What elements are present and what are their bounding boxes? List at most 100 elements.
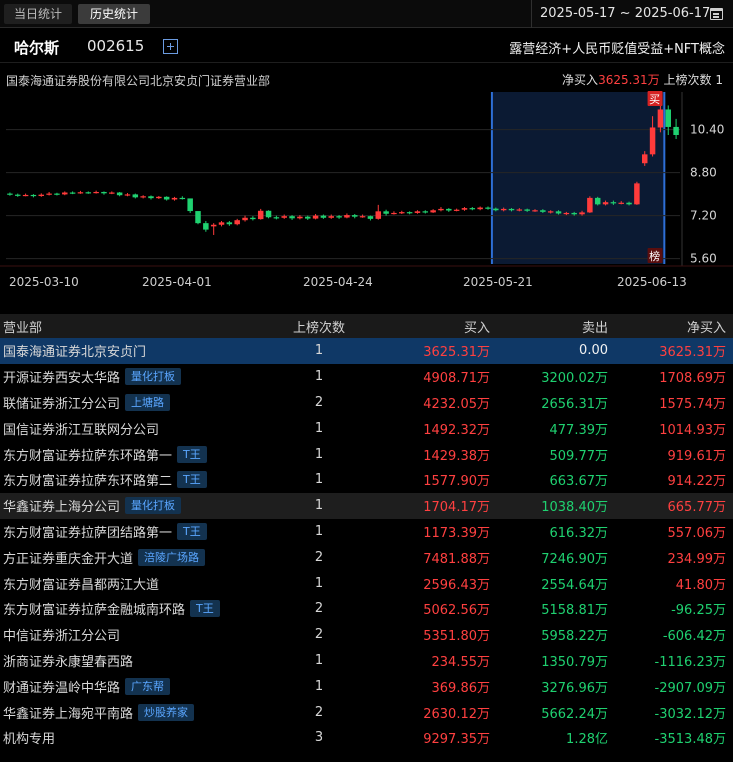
count-cell: 2 <box>314 601 324 617</box>
net-buy-cell: 1014.93万 <box>659 422 726 438</box>
count-cell: 3 <box>314 730 324 746</box>
tab-today-stats[interactable]: 当日统计 <box>4 4 72 24</box>
buy-cell: 369.86万 <box>431 680 491 696</box>
sell-cell: 5158.81万 <box>541 603 608 619</box>
broker-name: 国信证券浙江互联网分公司 <box>3 422 160 438</box>
buy-cell: 4908.71万 <box>423 371 490 387</box>
candle-body <box>281 216 287 218</box>
candle-body <box>85 192 92 194</box>
broker-tag[interactable]: 广东帮 <box>125 677 171 695</box>
candle-body <box>234 220 240 225</box>
candle-body <box>406 212 413 214</box>
net-buy-cell: 914.22万 <box>667 474 727 490</box>
candle-body <box>7 193 13 195</box>
chart-header: 国泰海通证券股份有限公司北京安贞门证券营业部 净买入3625.31万 上榜次数 … <box>0 66 733 90</box>
candle-body <box>414 211 421 213</box>
table-row[interactable]: 东方财富证券拉萨东环路第二 T王 1 1577.90万 663.67万 914.22万 <box>0 467 733 493</box>
table-row[interactable]: 华鑫证券上海宛平南路 炒股养家 2 2630.12万 5662.24万 -3032.12万 <box>0 699 733 725</box>
broker-name: 机构专用 <box>3 732 56 748</box>
candle-body <box>626 202 632 205</box>
highlight-region <box>491 92 665 264</box>
header-sell[interactable]: 卖出 <box>500 314 608 338</box>
candle-body <box>399 212 405 214</box>
candle-body <box>430 210 436 213</box>
stock-header: 哈尔斯 002615 露营经济+人民币贬值受益+NFT概念 <box>0 29 733 63</box>
header-count[interactable]: 上榜次数 <box>290 314 348 338</box>
times-label: 上榜次数 <box>663 73 712 87</box>
sell-cell: 0.00 <box>579 343 608 359</box>
table-row[interactable]: 中信证券浙江分公司 2 5351.80万 5958.22万 -606.42万 <box>0 622 733 648</box>
net-buy-cell: 1575.74万 <box>659 396 726 412</box>
table-row[interactable]: 开源证券西安太华路 量化打板 1 4908.71万 3200.02万 1708.69万 <box>0 364 733 390</box>
candle-body <box>312 215 319 219</box>
broker-table: 营业部 上榜次数 买入 卖出 净买入 国泰海通证券北京安贞门 1 3625.31万 0… <box>0 314 733 751</box>
candlestick-chart[interactable]: 10.40 8.80 7.20 5.60 买榜 2025-03-10 2025-04-01 2… <box>0 90 733 314</box>
table-row[interactable]: 机构专用 3 9297.35万 1.28亿 -3513.48万 <box>0 725 733 751</box>
net-buy-cell: -2907.09万 <box>654 680 726 696</box>
broker-tag[interactable]: T王 <box>177 471 207 489</box>
sell-cell: 7246.90万 <box>541 551 608 567</box>
sell-cell: 509.77万 <box>549 448 609 464</box>
table-row[interactable]: 东方财富证券拉萨东环路第一 T王 1 1429.38万 509.77万 919.61万 <box>0 441 733 467</box>
sell-cell: 616.32万 <box>549 525 609 541</box>
sell-cell: 5662.24万 <box>541 706 608 722</box>
candle-body <box>508 208 515 211</box>
broker-cell: 浙商证券永康望春西路 <box>3 648 133 674</box>
broker-name: 开源证券西安太华路 <box>3 371 121 387</box>
calendar-icon[interactable] <box>710 8 723 20</box>
table-row[interactable]: 国信证券浙江互联网分公司 1 1492.32万 477.39万 1014.93万 <box>0 415 733 441</box>
candle-body <box>38 194 45 197</box>
candle-body <box>250 217 256 220</box>
candle-body <box>391 212 397 215</box>
candle-body <box>257 210 264 220</box>
broker-cell: 东方财富证券昌都两江大道 <box>3 570 159 596</box>
table-row[interactable]: 国泰海通证券北京安贞门 1 3625.31万 0.00 3625.31万 <box>0 338 733 364</box>
stock-name[interactable]: 哈尔斯 <box>14 37 59 58</box>
header-buy[interactable]: 买入 <box>380 314 490 338</box>
broker-tag[interactable]: 涪陵广场路 <box>138 548 206 566</box>
broker-tag[interactable]: T王 <box>177 522 207 540</box>
broker-tag[interactable]: T王 <box>177 445 207 463</box>
table-row[interactable]: 方正证券重庆金开大道 涪陵广场路 2 7481.88万 7246.90万 234.99万 <box>0 544 733 570</box>
table-row[interactable]: 华鑫证券上海分公司 量化打板 1 1704.17万 1038.40万 665.77万 <box>0 492 733 519</box>
buy-cell: 1429.38万 <box>423 448 490 464</box>
broker-name: 东方财富证券昌都两江大道 <box>3 577 160 593</box>
candle-body <box>438 208 444 211</box>
candle-body <box>46 193 52 195</box>
broker-tag[interactable]: 量化打板 <box>125 368 182 386</box>
candle-body <box>210 224 217 227</box>
table-row[interactable]: 联储证券浙江分公司 上塘路 2 4232.05万 2656.31万 1575.74万 <box>0 390 733 416</box>
candle-body <box>336 216 342 218</box>
table-row[interactable]: 浙商证券永康望春西路 1 234.55万 1350.79万 -1116.23万 <box>0 648 733 674</box>
broker-cell: 东方财富证券拉萨东环路第二 T王 <box>3 467 207 493</box>
header-net-buy[interactable]: 净买入 <box>620 314 726 338</box>
broker-name: 华鑫证券上海分公司 <box>3 500 121 516</box>
net-buy-cell: -96.25万 <box>671 603 726 619</box>
candle-body <box>555 211 562 214</box>
broker-tag[interactable]: T王 <box>190 600 220 618</box>
table-row[interactable]: 东方财富证券拉萨金融城南环路 T王 2 5062.56万 5158.81万 -96.25万 <box>0 596 733 622</box>
table-row[interactable]: 财通证券温岭中华路 广东帮 1 369.86万 3276.96万 -2907.09万 <box>0 673 733 699</box>
candle-body <box>657 109 664 128</box>
table-row[interactable]: 东方财富证券昌都两江大道 1 2596.43万 2554.64万 41.80万 <box>0 570 733 596</box>
sell-cell: 663.67万 <box>549 474 609 490</box>
net-buy-cell: -3513.48万 <box>654 732 726 748</box>
date-range-picker[interactable]: 2025-05-17 ~ 2025-06-17 <box>531 0 733 28</box>
table-row[interactable]: 东方财富证券拉萨团结路第一 T王 1 1173.39万 616.32万 557.06万 <box>0 519 733 545</box>
count-cell: 1 <box>314 343 324 359</box>
candle-body <box>477 207 483 210</box>
broker-name: 中信证券浙江分公司 <box>3 629 121 645</box>
candle-body <box>242 217 248 221</box>
tab-history-stats[interactable]: 历史统计 <box>78 4 150 24</box>
sell-cell: 5958.22万 <box>541 629 608 645</box>
candle-body <box>367 216 374 219</box>
broker-cell: 华鑫证券上海宛平南路 炒股养家 <box>3 699 195 725</box>
broker-tag[interactable]: 量化打板 <box>125 497 182 515</box>
count-cell: 1 <box>314 472 324 488</box>
broker-tag[interactable]: 上塘路 <box>125 393 171 411</box>
candle-body <box>132 194 139 198</box>
add-watchlist-icon[interactable] <box>163 39 178 54</box>
broker-tag[interactable]: 炒股养家 <box>138 703 195 721</box>
header-broker[interactable]: 营业部 <box>3 314 42 338</box>
candle-body <box>148 196 154 199</box>
